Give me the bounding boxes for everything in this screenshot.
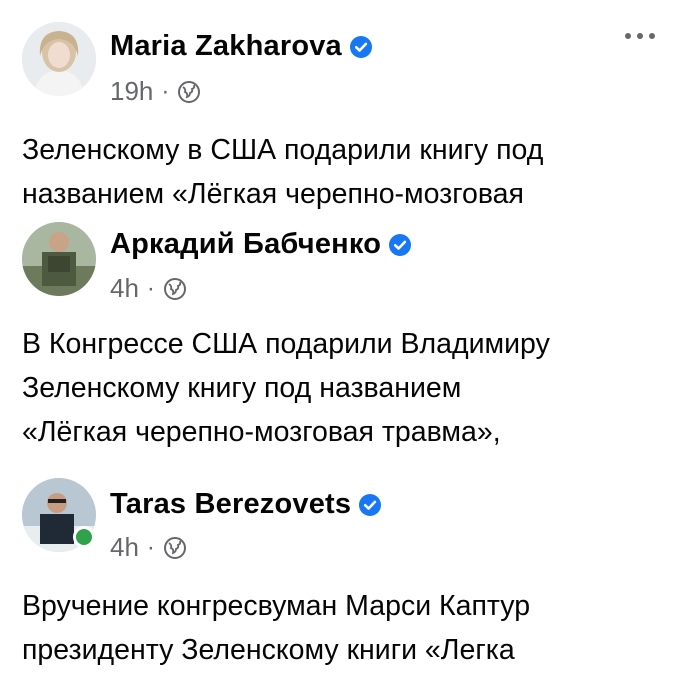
author-row: Taras Berezovets (110, 488, 382, 521)
globe-icon[interactable] (163, 277, 187, 301)
verified-badge-icon (359, 493, 382, 516)
more-options-icon[interactable] (620, 28, 660, 44)
author-name[interactable]: Аркадий Бабченко (110, 228, 381, 261)
globe-icon[interactable] (163, 536, 187, 560)
post-text-line: названием «Лёгкая черепно-мозговая (22, 178, 524, 210)
post-text-line: президенту Зеленскому книги «Легка (22, 634, 515, 666)
avatar[interactable] (22, 222, 96, 296)
author-name[interactable]: Maria Zakharova (110, 30, 342, 63)
post-timestamp[interactable]: 4h (110, 532, 139, 563)
online-status-indicator (73, 526, 95, 548)
post-meta: 19h · (110, 76, 201, 107)
post-timestamp[interactable]: 4h (110, 273, 139, 304)
verified-badge-icon (389, 233, 412, 256)
post-text: Вручение конгресвуман Марси Каптур прези… (22, 584, 662, 672)
globe-icon[interactable] (177, 80, 201, 104)
avatar-image (22, 222, 96, 296)
verified-badge-icon (349, 35, 372, 58)
author-row: Maria Zakharova (110, 30, 372, 63)
post-text: Зеленскому в США подарили книгу под назв… (22, 128, 662, 216)
avatar-image (22, 22, 96, 96)
post-timestamp[interactable]: 19h (110, 76, 153, 107)
post-text: В Конгрессе США подарили Владимиру Зелен… (22, 322, 662, 454)
post-text-line: Вручение конгресвуман Марси Каптур (22, 590, 531, 622)
post-text-line: В Конгрессе США подарили Владимиру (22, 328, 550, 360)
meta-separator: · (146, 533, 155, 561)
post-meta: 4h · (110, 532, 187, 563)
post-text-line: Зеленскому книгу под названием (22, 372, 462, 404)
meta-separator: · (161, 77, 170, 105)
author-name[interactable]: Taras Berezovets (110, 488, 351, 521)
meta-separator: · (146, 274, 155, 302)
author-row: Аркадий Бабченко (110, 228, 412, 261)
avatar[interactable] (22, 22, 96, 96)
post-text-line: «Лёгкая черепно-мозговая травма», (22, 416, 501, 448)
post-text-line: Зеленскому в США подарили книгу под (22, 134, 544, 166)
post-meta: 4h · (110, 273, 187, 304)
